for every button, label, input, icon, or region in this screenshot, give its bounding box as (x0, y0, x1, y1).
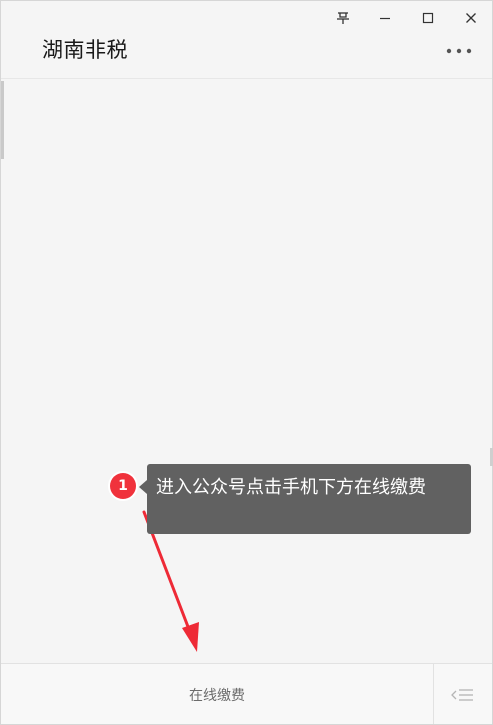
instruction-text: 进入公众号点击手机下方在线缴费 (156, 477, 426, 498)
close-button[interactable] (458, 7, 484, 29)
scrollbar-thumb[interactable] (1, 81, 4, 159)
message-area[interactable] (1, 79, 492, 663)
close-icon (466, 13, 476, 23)
window-title: 湖南非税 (42, 38, 128, 62)
menu-item-online-payment[interactable]: 在线缴费 (1, 664, 433, 724)
maximize-icon (422, 12, 434, 24)
more-dots-icon (446, 48, 472, 54)
maximize-button[interactable] (415, 7, 441, 29)
minimize-icon (380, 17, 390, 20)
instruction-tooltip: 进入公众号点击手机下方在线缴费 (139, 464, 471, 534)
keyboard-toggle-icon (451, 688, 473, 701)
bottom-menu-bar: 在线缴费 (1, 663, 492, 724)
keyboard-toggle-button[interactable] (434, 664, 492, 724)
pin-icon (337, 12, 349, 24)
wechat-official-account-window: 湖南非税 在线缴费 (0, 0, 493, 725)
step-number-badge: 1 (110, 473, 136, 499)
more-options-button[interactable] (444, 41, 474, 61)
title-bar: 湖南非税 (1, 1, 492, 79)
pin-button[interactable] (330, 7, 356, 29)
minimize-button[interactable] (372, 7, 398, 29)
